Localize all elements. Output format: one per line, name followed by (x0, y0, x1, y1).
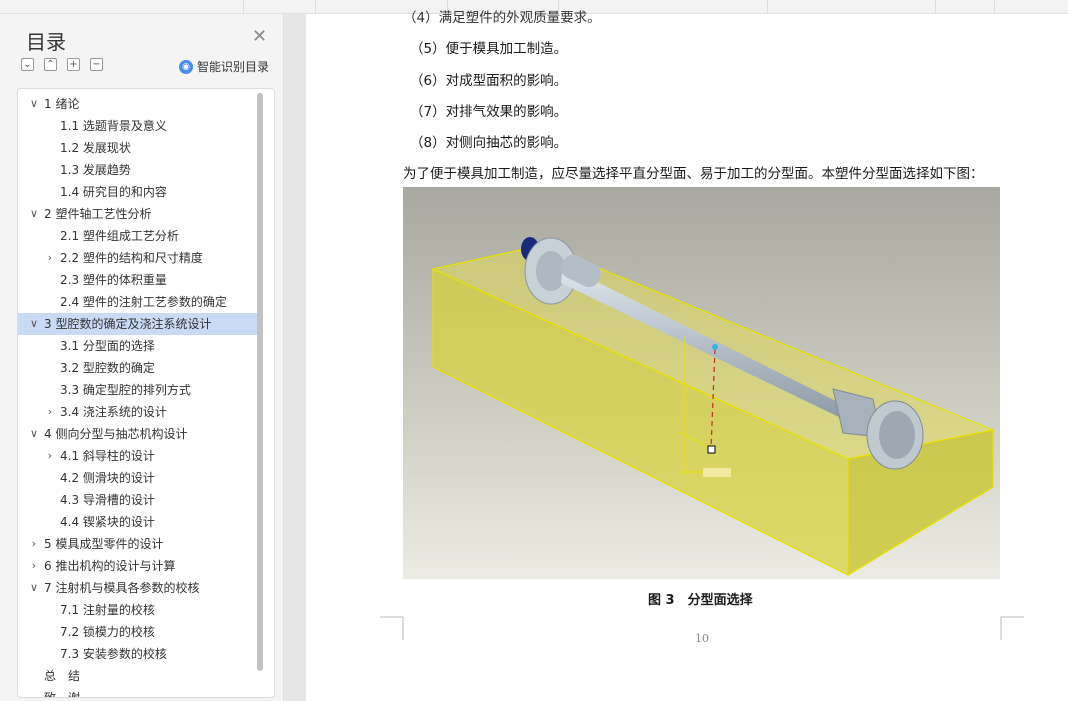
toc-item[interactable]: › 5 模具成型零件的设计 (18, 533, 258, 555)
toc-item[interactable]: › 3.4 浇注系统的设计 (18, 401, 258, 423)
collapse-all-icon[interactable]: ⌃ (44, 58, 57, 71)
toc-item[interactable]: ∨ 3 型腔数的确定及浇注系统设计 (18, 313, 258, 335)
list-item-8: （8）对侧向抽芯的影响。 (410, 135, 568, 151)
toc-item-label: 7.3 安装参数的校核 (60, 647, 167, 661)
toc-item-label: 4 侧向分型与抽芯机构设计 (44, 427, 188, 441)
toc-item[interactable]: 7.2 锁模力的校核 (18, 621, 258, 643)
toc-item-label: 2.3 塑件的体积重量 (60, 273, 167, 287)
chevron-down-icon[interactable]: ∨ (28, 577, 40, 599)
toc-item-label: 2 塑件轴工艺性分析 (44, 207, 152, 221)
expand-all-icon[interactable]: ⌄ (21, 58, 34, 71)
toc-item[interactable]: 致 谢 (18, 687, 258, 698)
toc-item-label: 3.1 分型面的选择 (60, 339, 155, 353)
toc-item[interactable]: 1.3 发展趋势 (18, 159, 258, 181)
chevron-right-icon[interactable]: › (44, 445, 56, 467)
close-icon[interactable]: ✕ (252, 28, 267, 46)
toc-item-label: 总 结 (44, 669, 81, 683)
chevron-down-icon[interactable]: ∨ (28, 313, 40, 335)
toc-item[interactable]: ∨ 7 注射机与模具各参数的校核 (18, 577, 258, 599)
toc-item[interactable]: › 4.1 斜导柱的设计 (18, 445, 258, 467)
toc-item-label: 4.3 导滑槽的设计 (60, 493, 155, 507)
toc-item-label: 致 谢 (44, 691, 81, 698)
toc-item-label: 6 推出机构的设计与计算 (44, 559, 176, 573)
toc-item-label: 4.1 斜导柱的设计 (60, 449, 155, 463)
chevron-right-icon[interactable]: › (28, 555, 40, 577)
toc-item-label: 1.2 发展现状 (60, 141, 131, 155)
chevron-right-icon[interactable]: › (44, 247, 56, 269)
toc-item-label: 1 绪论 (44, 97, 80, 111)
toc-list: ∨ 1 绪论 1.1 选题背景及意义 1.2 发展现状 1.3 发展趋势 1.4 研究目的… (18, 93, 258, 698)
chevron-down-icon[interactable]: ∨ (28, 203, 40, 225)
toc-item-label: 7.1 注射量的校核 (60, 603, 155, 617)
toc-item[interactable]: 2.1 塑件组成工艺分析 (18, 225, 258, 247)
toc-item[interactable]: ∨ 1 绪论 (18, 93, 258, 115)
toc-item-label: 3.3 确定型腔的排列方式 (60, 383, 191, 397)
chevron-down-icon[interactable]: ∨ (28, 423, 40, 445)
toc-item[interactable]: ∨ 2 塑件轴工艺性分析 (18, 203, 258, 225)
toc-item[interactable]: 1.4 研究目的和内容 (18, 181, 258, 203)
toc-scrollbar[interactable] (257, 93, 263, 671)
list-item-7: （7）对排气效果的影响。 (410, 104, 568, 120)
toc-toolbar: ⌄ ⌃ + − (21, 58, 103, 72)
toc-item[interactable]: 1.2 发展现状 (18, 137, 258, 159)
toc-item[interactable]: 4.3 导滑槽的设计 (18, 489, 258, 511)
toc-item-label: 2.4 塑件的注射工艺参数的确定 (60, 295, 227, 309)
toc-item-label: 1.3 发展趋势 (60, 163, 131, 177)
toc-item[interactable]: 7.1 注射量的校核 (18, 599, 258, 621)
toc-item[interactable]: 7.3 安装参数的校核 (18, 643, 258, 665)
toc-sidebar: 目录 ✕ ⌄ ⌃ + − ◉ 智能识别目录 ∨ 1 绪论 1.1 选题背景及意义 1.… (0, 14, 284, 701)
chevron-down-icon[interactable]: ∨ (28, 93, 40, 115)
toc-item[interactable]: 3.2 型腔数的确定 (18, 357, 258, 379)
sidebar-title: 目录 (26, 30, 66, 54)
toc-item[interactable]: › 2.2 塑件的结构和尺寸精度 (18, 247, 258, 269)
chevron-right-icon[interactable]: › (44, 401, 56, 423)
toc-item[interactable]: 3.1 分型面的选择 (18, 335, 258, 357)
remove-level-icon[interactable]: − (90, 58, 103, 71)
toc-item[interactable]: ∨ 4 侧向分型与抽芯机构设计 (18, 423, 258, 445)
toc-item-label: 7.2 锁模力的校核 (60, 625, 155, 639)
parting-surface-figure (403, 187, 1000, 579)
toc-list-panel: ∨ 1 绪论 1.1 选题背景及意义 1.2 发展现状 1.3 发展趋势 1.4 研究目的… (17, 88, 275, 698)
toc-item-label: 2.2 塑件的结构和尺寸精度 (60, 251, 203, 265)
smart-toc-icon: ◉ (179, 59, 193, 74)
toc-item[interactable]: 4.4 锲紧块的设计 (18, 511, 258, 533)
body-paragraph: 为了便于模具加工制造，应尽量选择平直分型面、易于加工的分型面。本塑件分型面选择如… (403, 166, 984, 182)
smart-toc-button[interactable]: ◉ 智能识别目录 (179, 58, 269, 75)
list-item-6: （6）对成型面积的影响。 (410, 73, 568, 89)
toc-item-label: 3 型腔数的确定及浇注系统设计 (44, 317, 212, 331)
chevron-right-icon[interactable]: › (28, 533, 40, 555)
smart-toc-label: 智能识别目录 (197, 60, 270, 74)
toc-item-label: 5 模具成型零件的设计 (44, 537, 164, 551)
add-level-icon[interactable]: + (67, 58, 80, 71)
toc-item-label: 2.1 塑件组成工艺分析 (60, 229, 179, 243)
page-number: 10 (695, 632, 709, 645)
page-corner-mark-left (380, 616, 404, 640)
cut-off-line: （4）满足塑件的外观质量要求。 (403, 10, 601, 26)
toc-item-label: 3.2 型腔数的确定 (60, 361, 155, 375)
toc-item[interactable]: 3.3 确定型腔的排列方式 (18, 379, 258, 401)
toc-item-label: 1.4 研究目的和内容 (60, 185, 167, 199)
toc-item[interactable]: › 6 推出机构的设计与计算 (18, 555, 258, 577)
toc-item[interactable]: 2.3 塑件的体积重量 (18, 269, 258, 291)
toc-item-label: 1.1 选题背景及意义 (60, 119, 167, 133)
figure-caption: 图 3 分型面选择 (648, 593, 753, 608)
page-corner-mark-right (1000, 616, 1024, 640)
toc-item-label: 7 注射机与模具各参数的校核 (44, 581, 200, 595)
toc-item-label: 4.2 侧滑块的设计 (60, 471, 155, 485)
toc-item[interactable]: 1.1 选题背景及意义 (18, 115, 258, 137)
toc-item-label: 3.4 浇注系统的设计 (60, 405, 167, 419)
toc-item-label: 4.4 锲紧块的设计 (60, 515, 155, 529)
toc-item[interactable]: 总 结 (18, 665, 258, 687)
toc-item[interactable]: 4.2 侧滑块的设计 (18, 467, 258, 489)
list-item-5: （5）便于模具加工制造。 (410, 41, 568, 57)
toc-item[interactable]: 2.4 塑件的注射工艺参数的确定 (18, 291, 258, 313)
